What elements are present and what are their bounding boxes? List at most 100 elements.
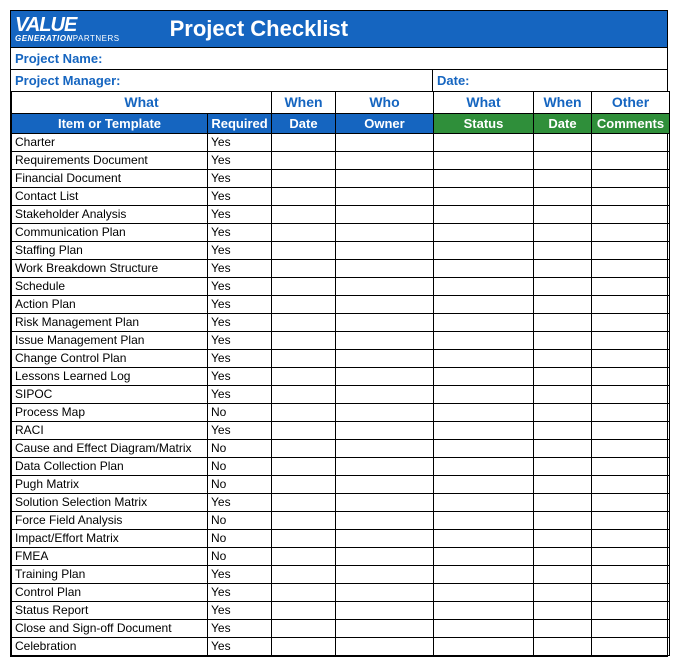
cell-status xyxy=(434,512,534,530)
cell-required: Yes xyxy=(208,620,272,638)
cell-comments xyxy=(592,476,670,494)
cell-owner xyxy=(336,350,434,368)
cell-date1 xyxy=(272,548,336,566)
cell-required: Yes xyxy=(208,584,272,602)
cell-status xyxy=(434,422,534,440)
cell-required: Yes xyxy=(208,386,272,404)
col-status: Status xyxy=(434,114,534,134)
cell-date1 xyxy=(272,512,336,530)
cell-date1 xyxy=(272,602,336,620)
cell-status xyxy=(434,476,534,494)
cell-date2 xyxy=(534,296,592,314)
cell-date2 xyxy=(534,134,592,152)
cell-required: Yes xyxy=(208,260,272,278)
cell-date2 xyxy=(534,440,592,458)
cell-owner xyxy=(336,584,434,602)
cell-owner xyxy=(336,404,434,422)
cell-date2 xyxy=(534,260,592,278)
group-when-1: When xyxy=(272,92,336,114)
cell-status xyxy=(434,440,534,458)
table-row: Close and Sign-off DocumentYes xyxy=(12,620,670,638)
cell-date1 xyxy=(272,386,336,404)
cell-comments xyxy=(592,530,670,548)
cell-date2 xyxy=(534,314,592,332)
table-row: Change Control PlanYes xyxy=(12,350,670,368)
cell-status xyxy=(434,548,534,566)
cell-status xyxy=(434,584,534,602)
cell-date1 xyxy=(272,206,336,224)
page-title: Project Checklist xyxy=(140,16,663,42)
cell-required: No xyxy=(208,440,272,458)
group-header-row: What When Who What When Other xyxy=(12,92,670,114)
cell-date1 xyxy=(272,404,336,422)
title-bar: VALUE GENERATIONPARTNERS Project Checkli… xyxy=(11,11,667,47)
cell-status xyxy=(434,620,534,638)
cell-date1 xyxy=(272,494,336,512)
cell-comments xyxy=(592,242,670,260)
cell-date2 xyxy=(534,224,592,242)
cell-owner xyxy=(336,170,434,188)
cell-status xyxy=(434,260,534,278)
col-item: Item or Template xyxy=(12,114,208,134)
cell-owner xyxy=(336,494,434,512)
cell-status xyxy=(434,152,534,170)
table-row: Communication PlanYes xyxy=(12,224,670,242)
cell-owner xyxy=(336,386,434,404)
sub-header-row: Item or Template Required Date Owner Sta… xyxy=(12,114,670,134)
table-row: Force Field AnalysisNo xyxy=(12,512,670,530)
cell-required: Yes xyxy=(208,170,272,188)
cell-owner xyxy=(336,620,434,638)
cell-required: No xyxy=(208,530,272,548)
cell-required: Yes xyxy=(208,278,272,296)
cell-date1 xyxy=(272,296,336,314)
table-row: Control PlanYes xyxy=(12,584,670,602)
table-row: Status ReportYes xyxy=(12,602,670,620)
cell-comments xyxy=(592,152,670,170)
cell-date2 xyxy=(534,404,592,422)
cell-status xyxy=(434,494,534,512)
cell-required: Yes xyxy=(208,134,272,152)
cell-item: Stakeholder Analysis xyxy=(12,206,208,224)
brand-logo: VALUE GENERATIONPARTNERS xyxy=(15,15,120,43)
group-when-2: When xyxy=(534,92,592,114)
cell-item: Contact List xyxy=(12,188,208,206)
cell-date2 xyxy=(534,476,592,494)
table-row: Cause and Effect Diagram/MatrixNo xyxy=(12,440,670,458)
cell-date2 xyxy=(534,566,592,584)
cell-date2 xyxy=(534,530,592,548)
table-row: CelebrationYes xyxy=(12,638,670,656)
group-who: Who xyxy=(336,92,434,114)
cell-comments xyxy=(592,224,670,242)
cell-date2 xyxy=(534,386,592,404)
cell-status xyxy=(434,296,534,314)
cell-comments xyxy=(592,602,670,620)
cell-comments xyxy=(592,620,670,638)
cell-item: FMEA xyxy=(12,548,208,566)
cell-date2 xyxy=(534,458,592,476)
cell-status xyxy=(434,638,534,656)
cell-date1 xyxy=(272,170,336,188)
cell-required: Yes xyxy=(208,422,272,440)
cell-date2 xyxy=(534,512,592,530)
cell-status xyxy=(434,242,534,260)
cell-comments xyxy=(592,548,670,566)
cell-owner xyxy=(336,134,434,152)
cell-owner xyxy=(336,296,434,314)
table-row: Process MapNo xyxy=(12,404,670,422)
cell-status xyxy=(434,404,534,422)
cell-item: Risk Management Plan xyxy=(12,314,208,332)
cell-item: Lessons Learned Log xyxy=(12,368,208,386)
table-row: Action PlanYes xyxy=(12,296,670,314)
cell-item: RACI xyxy=(12,422,208,440)
cell-date2 xyxy=(534,242,592,260)
cell-date2 xyxy=(534,548,592,566)
cell-required: No xyxy=(208,458,272,476)
cell-comments xyxy=(592,296,670,314)
cell-item: Force Field Analysis xyxy=(12,512,208,530)
cell-required: Yes xyxy=(208,242,272,260)
cell-date2 xyxy=(534,350,592,368)
cell-required: Yes xyxy=(208,638,272,656)
cell-date2 xyxy=(534,422,592,440)
cell-required: Yes xyxy=(208,368,272,386)
cell-date1 xyxy=(272,422,336,440)
